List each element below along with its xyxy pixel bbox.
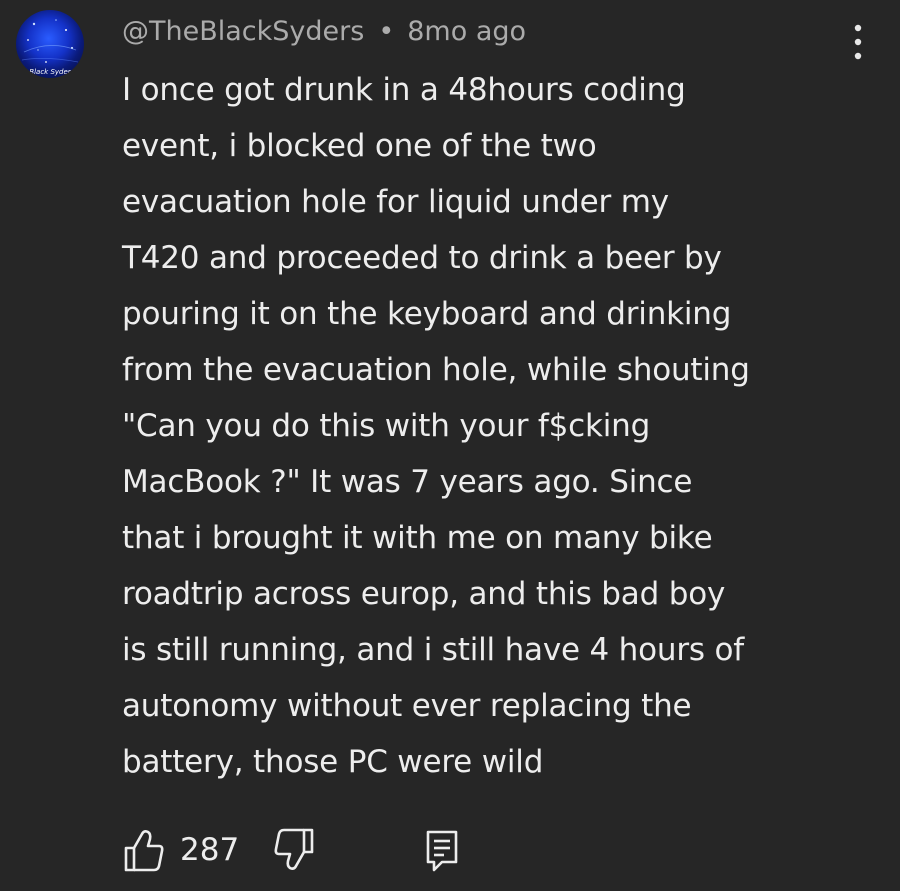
comment-line: autonomy without ever replacing the	[122, 688, 692, 724]
avatar-image: Black Syder	[21, 19, 79, 76]
comment-line: MacBook ?" It was 7 years ago. Since	[122, 464, 693, 500]
dislike-button[interactable]	[272, 826, 316, 874]
comment-line: battery, those PC were wild	[122, 744, 544, 780]
timestamp[interactable]: 8mo ago	[407, 16, 526, 47]
comment-line: that i brought it with me on many bike	[122, 520, 713, 556]
comment-line: is still running, and i still have 4 hou…	[122, 632, 744, 668]
separator-dot: •	[378, 16, 395, 47]
thumbs-up-icon	[124, 830, 164, 872]
comment-line: roadtrip across europ, and this bad boy	[122, 576, 726, 612]
comment-line: T420 and proceeded to drink a beer by	[122, 240, 722, 276]
comment-line: I once got drunk in a 48hours coding	[122, 72, 686, 108]
comment-line: from the evacuation hole, while shouting	[122, 352, 750, 388]
comment-line: evacuation hole for liquid under my	[122, 184, 669, 220]
thumbs-down-icon	[274, 828, 314, 870]
comment-actions: 287	[122, 826, 522, 876]
reply-button[interactable]	[422, 826, 462, 874]
reply-comment-icon	[426, 830, 458, 872]
comment-header: @TheBlackSyders • 8mo ago	[122, 14, 526, 50]
comment-text: I once got drunk in a 48hours coding eve…	[122, 62, 882, 790]
more-options-button[interactable]	[842, 20, 874, 64]
comment-line: "Can you do this with your f$cking	[122, 408, 651, 444]
comment-line: pouring it on the keyboard and drinking	[122, 296, 732, 332]
avatar-label: Black Syder	[29, 68, 72, 76]
more-vertical-icon	[854, 24, 862, 60]
like-button[interactable]	[122, 826, 166, 874]
like-count: 287	[180, 832, 240, 868]
avatar[interactable]: Black Syder	[16, 10, 84, 78]
comment-line: event, i blocked one of the two	[122, 128, 597, 164]
username[interactable]: @TheBlackSyders	[122, 16, 364, 47]
